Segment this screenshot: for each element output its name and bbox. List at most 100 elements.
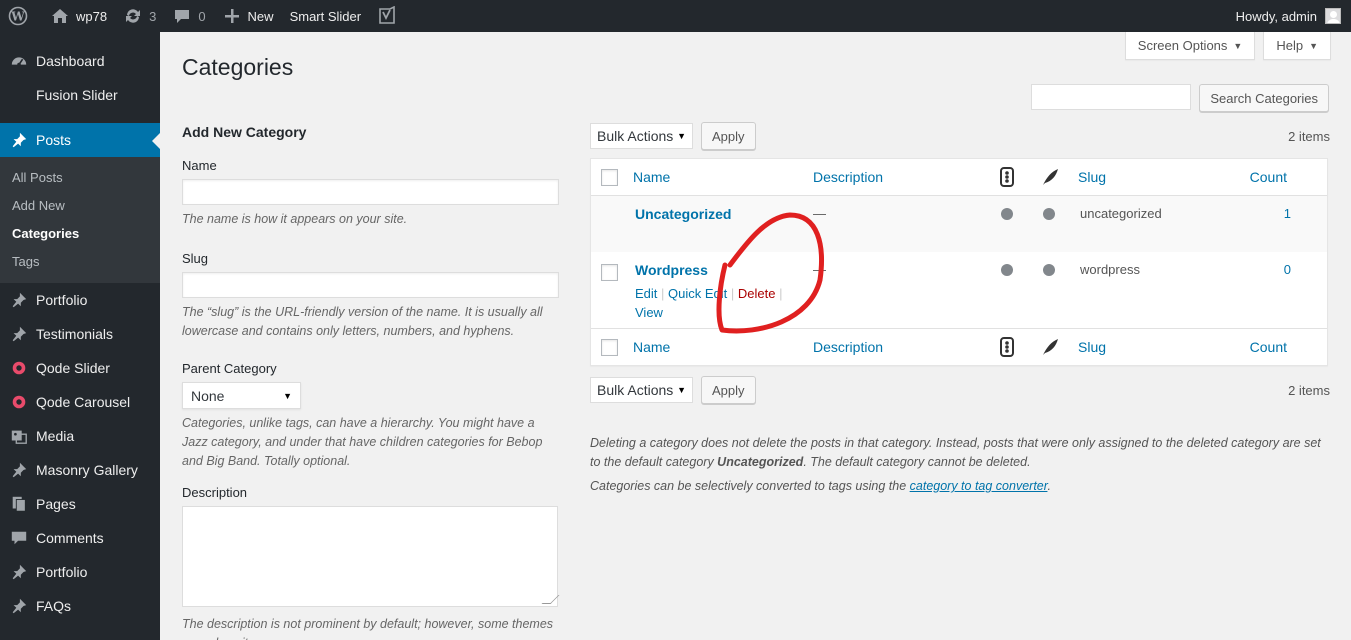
caret-down-icon: ▼ [1233, 40, 1243, 51]
wordpress-logo-icon: W [8, 6, 28, 26]
new-content-link[interactable]: New [214, 0, 282, 32]
submenu-tags[interactable]: Tags [0, 247, 160, 275]
sidebar-item-faqs[interactable]: FAQs [0, 589, 160, 623]
sidebar-item-pages[interactable]: Pages [0, 487, 160, 521]
edit-link[interactable]: Edit [635, 286, 657, 301]
search-box: Search Categories [1031, 84, 1329, 112]
comment-icon [175, 10, 190, 23]
form-heading: Add New Category [182, 124, 307, 140]
name-help: The name is how it appears on your site. [182, 212, 408, 226]
submenu-categories[interactable]: Categories [0, 219, 160, 247]
avatar [1325, 8, 1341, 24]
caret-down-icon: ▼ [1309, 40, 1318, 51]
apply-button-bottom[interactable]: Apply [701, 376, 756, 404]
howdy-text: Howdy, admin [1235, 8, 1317, 24]
screen-meta-links: Screen Options ▼ Help ▼ [1124, 32, 1331, 60]
posts-submenu: All Posts Add New Categories Tags [0, 157, 160, 283]
sidebar-item-comments[interactable]: Comments [0, 521, 160, 555]
sidebar-item-media[interactable]: Media [0, 419, 160, 453]
slug-label: Slug [182, 251, 209, 266]
category-slug: uncategorized [1080, 206, 1162, 221]
qode-icon [12, 395, 26, 409]
select-all-checkbox[interactable] [601, 168, 618, 186]
help-button[interactable]: Help ▼ [1263, 32, 1331, 60]
column-name-header[interactable]: Name [633, 169, 670, 185]
updates-link[interactable]: 3 [115, 0, 164, 32]
yoast-link[interactable] [369, 0, 411, 32]
delete-note: Deleting a category does not delete the … [590, 436, 1321, 469]
sidebar-item-label: Media [36, 428, 75, 444]
apply-button[interactable]: Apply [701, 122, 756, 150]
sidebar-item-label: Pages [36, 496, 76, 512]
sidebar-item-label: Qode Carousel [36, 394, 131, 410]
sidebar-item-qode-carousel[interactable]: Qode Carousel [0, 385, 160, 419]
media-icon [11, 430, 27, 444]
slug-input[interactable] [182, 272, 559, 298]
name-label: Name [182, 158, 217, 173]
parent-help: Categories, unlike tags, can have a hier… [182, 416, 543, 468]
bulk-actions-select-bottom[interactable]: Bulk Actions ▼ [590, 377, 693, 403]
smart-slider-link[interactable]: Smart Slider [282, 0, 370, 32]
bulk-actions-select[interactable]: Bulk Actions ▼ [590, 123, 693, 149]
sidebar-item-portfolio[interactable]: Portfolio [0, 283, 160, 317]
items-count-bottom: 2 items [1288, 382, 1330, 398]
sidebar-item-qode-slider[interactable]: Qode Slider [0, 351, 160, 385]
caret-down-icon: ▼ [677, 131, 686, 141]
wordpress-logo-button[interactable]: W [0, 0, 42, 32]
submenu-add-new[interactable]: Add New [0, 191, 160, 219]
row-checkbox[interactable] [601, 264, 618, 281]
column-description-header[interactable]: Description [813, 169, 883, 185]
sidebar-item-testimonials[interactable]: Testimonials [0, 317, 160, 351]
dashboard-icon [11, 57, 27, 67]
parent-selected-value: None [191, 387, 225, 404]
new-label: New [247, 8, 274, 24]
parent-field-group: Parent Category None ▼ Categories, unlik… [182, 361, 560, 471]
description-textarea[interactable] [182, 506, 558, 607]
category-count-link[interactable]: 1 [1284, 206, 1291, 221]
category-count-link[interactable]: 0 [1284, 262, 1291, 277]
column-count-footer[interactable]: Count [1250, 339, 1287, 355]
search-input[interactable] [1031, 84, 1192, 110]
sidebar-item-label: Testimonials [36, 326, 114, 342]
red-annotation-circle [716, 212, 824, 334]
parent-category-select[interactable]: None ▼ [182, 382, 301, 409]
sidebar-item-label: Fusion Slider [36, 87, 118, 103]
updates-icon [126, 9, 141, 23]
comments-link[interactable]: 0 [164, 0, 213, 32]
smart-slider-label: Smart Slider [289, 8, 362, 24]
pin-icon [12, 132, 27, 148]
admin-bar: W wp78 3 0 New Smart Slider Howdy, admin [0, 0, 1351, 32]
sidebar-item-masonry-gallery[interactable]: Masonry Gallery [0, 453, 160, 487]
column-slug-footer[interactable]: Slug [1078, 339, 1106, 355]
pin-icon [12, 292, 27, 308]
name-input[interactable] [182, 179, 559, 205]
feather-icon [1043, 169, 1058, 185]
my-account[interactable]: Howdy, admin [1236, 8, 1351, 24]
column-name-footer[interactable]: Name [633, 339, 670, 355]
feather-icon [1043, 339, 1058, 355]
sidebar-item-posts[interactable]: Posts [0, 123, 160, 157]
sidebar-item-fusion-slider[interactable]: Fusion Slider [0, 78, 160, 112]
table-header: Name Description Slug Count [591, 159, 1327, 196]
site-name: wp78 [76, 8, 108, 24]
search-categories-button[interactable]: Search Categories [1199, 84, 1329, 112]
column-count-header[interactable]: Count [1250, 169, 1287, 185]
column-slug-header[interactable]: Slug [1078, 169, 1106, 185]
pin-icon [12, 598, 27, 614]
status-dot [1001, 264, 1013, 276]
sidebar-item-label: FAQs [36, 598, 72, 614]
site-name-link[interactable]: wp78 [42, 0, 115, 32]
screen-options-button[interactable]: Screen Options ▼ [1124, 32, 1256, 60]
submenu-all-posts[interactable]: All Posts [0, 163, 160, 191]
category-to-tag-converter-link[interactable]: category to tag converter [910, 479, 1048, 493]
sidebar-item-portfolio-2[interactable]: Portfolio [0, 555, 160, 589]
view-link[interactable]: View [635, 305, 663, 320]
slug-help: The “slug” is the URL-friendly version o… [182, 305, 543, 338]
home-icon [52, 9, 68, 23]
select-all-checkbox-footer[interactable] [601, 338, 618, 356]
items-count: 2 items [1288, 128, 1330, 144]
pin-icon [12, 326, 27, 342]
category-notes: Deleting a category does not delete the … [590, 434, 1330, 496]
sidebar-item-dashboard[interactable]: Dashboard [0, 44, 160, 78]
traffic-light-icon [1000, 167, 1014, 187]
